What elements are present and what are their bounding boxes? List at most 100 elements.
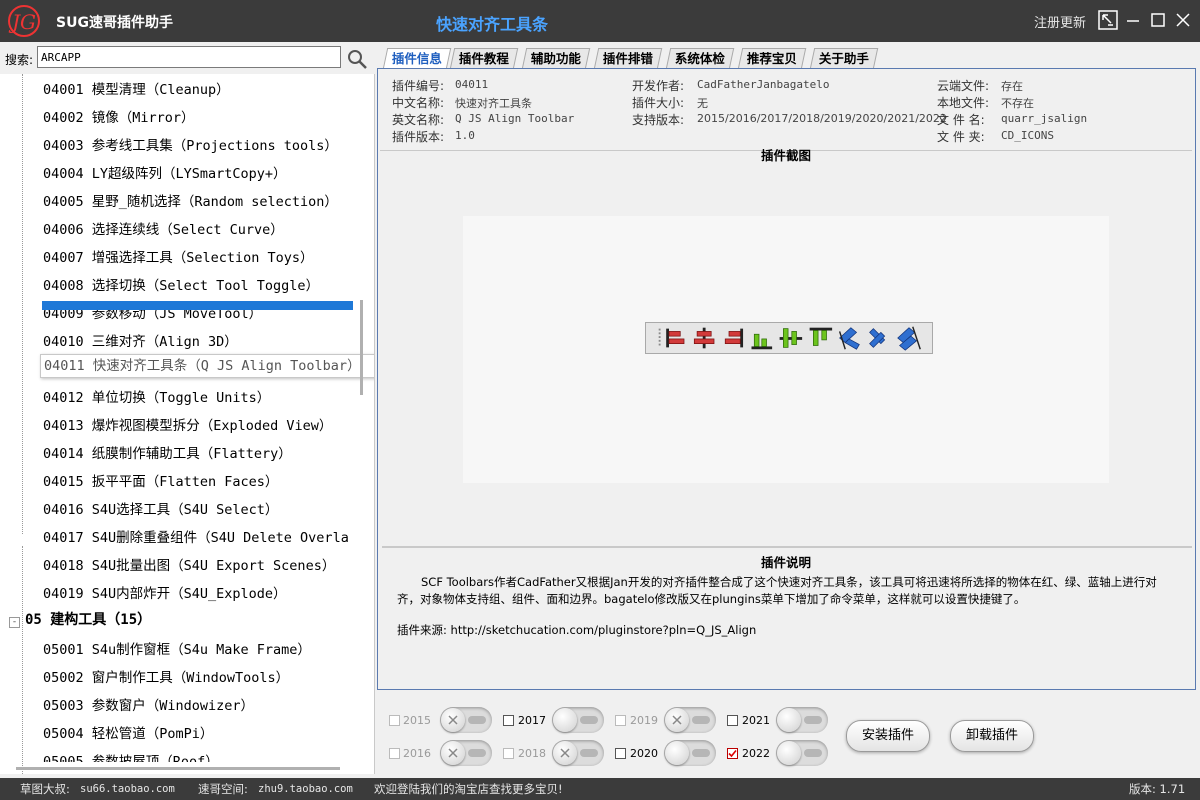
folder-value: CD_ICONS (1001, 129, 1054, 142)
size-label: 插件大小: (632, 96, 685, 110)
version-label-2016: 2016 (403, 747, 431, 760)
tree-category[interactable]: 05 建构工具（15） (25, 609, 151, 629)
folder-label: 文 件 夹: (937, 130, 985, 144)
cn-name-label: 中文名称: (392, 96, 445, 110)
tree-item[interactable]: 04012 单位切换（Toggle Units） (43, 386, 270, 410)
support-label: 支持版本: (632, 113, 685, 127)
file-name-value: quarr_jsalign (1001, 112, 1088, 125)
tab-plugin-tutorial[interactable]: 插件教程 (449, 48, 519, 69)
tree-guide-line (22, 546, 23, 774)
install-plugin-button[interactable]: 安装插件 (846, 720, 930, 752)
tab-troubleshoot[interactable]: 插件排错 (593, 48, 663, 69)
size-value: 无 (697, 97, 708, 110)
search-icon[interactable] (346, 48, 368, 70)
search-label: 搜索: (5, 53, 34, 67)
align-toolbar-preview-image (645, 322, 933, 354)
version-toggle-2016 (440, 740, 492, 766)
tab-about[interactable]: 关于助手 (809, 48, 879, 69)
register-update-link[interactable]: 注册更新 (1034, 12, 1086, 31)
tree-item[interactable]: 05005 参数披屋顶（Roof） (43, 750, 219, 762)
tree-item[interactable]: 04003 参考线工具集（Projections tools） (43, 134, 338, 158)
tree-item[interactable]: 04008 选择切换（Select Tool Toggle） (43, 274, 319, 298)
version-checkbox-2019 (615, 715, 626, 726)
window-title: 快速对齐工具条 (436, 15, 549, 34)
cloud-file-label: 云端文件: (937, 79, 990, 93)
version-toggle-2021[interactable] (776, 707, 828, 733)
cn-name-value: 快速对齐工具条 (455, 97, 532, 110)
tab-aux-functions[interactable]: 辅助功能 (521, 48, 591, 69)
tree-item[interactable]: 05001 S4u制作窗框（S4u Make Frame） (43, 638, 311, 662)
tree-selection-highlight (42, 301, 353, 310)
title-bar: JG SUG速哥插件助手 快速对齐工具条 注册更新 (0, 0, 1200, 42)
category-collapse-icon[interactable]: - (9, 617, 20, 628)
tree-item[interactable]: 04010 三维对齐（Align 3D） (43, 330, 238, 354)
tree-horizontal-scrollbar[interactable] (16, 767, 340, 770)
version-label-2022: 2022 (742, 747, 770, 760)
plugin-no-label: 插件编号: (392, 79, 445, 93)
compact-mode-icon[interactable] (1098, 10, 1118, 30)
tree-item[interactable]: 04016 S4U选择工具（S4U Select） (43, 498, 278, 522)
description-source: 插件来源: http://sketchucation.com/pluginsto… (397, 623, 757, 637)
status-mid-link[interactable]: zhu9.taobao.com (258, 778, 353, 800)
en-name-label: 英文名称: (392, 113, 445, 127)
svg-text:JG: JG (8, 10, 36, 34)
version-checkbox-2022[interactable] (727, 748, 738, 759)
close-icon[interactable] (1173, 10, 1193, 30)
tree-item[interactable]: 04018 S4U批量出图（S4U Export Scenes） (43, 554, 335, 578)
version-toggle-2019 (664, 707, 716, 733)
tree-item[interactable]: 04006 选择连续线（Select Curve） (43, 218, 284, 242)
maximize-icon[interactable] (1148, 10, 1168, 30)
file-name-label: 文 件 名: (937, 113, 985, 127)
tab-plugin-info[interactable]: 插件信息 (382, 48, 452, 69)
version-checkbox-2017[interactable] (503, 715, 514, 726)
tab-system-check[interactable]: 系统体检 (665, 48, 735, 69)
screenshot-heading: 插件截图 (760, 148, 811, 163)
tree-item-selected[interactable]: 04011 快速对齐工具条（Q JS Align Toolbar） (40, 354, 374, 378)
description-text: SCF Toolbars作者CadFather又根据Jan开发的对齐插件整合成了… (397, 575, 1157, 606)
tree-item[interactable]: 04002 镜像（Mirror） (43, 106, 195, 130)
uninstall-plugin-button[interactable]: 卸载插件 (950, 720, 1034, 752)
tree-item[interactable]: 04001 模型清理（Cleanup） (43, 78, 230, 102)
status-left-label: 草图大叔: (20, 782, 70, 796)
tab-recommended[interactable]: 推荐宝贝 (737, 48, 807, 69)
version-checkbox-2015 (389, 715, 400, 726)
version-label-2015: 2015 (403, 714, 431, 727)
tree-item[interactable]: 04007 增强选择工具（Selection Toys） (43, 246, 314, 270)
version-toggle-2017[interactable] (552, 707, 604, 733)
local-file-value: 不存在 (1001, 97, 1034, 110)
status-bar: 草图大叔: su66.taobao.com 速哥空间: zhu9.taobao.… (0, 778, 1200, 800)
version-label-2020: 2020 (630, 747, 658, 760)
version-toggle-2018 (552, 740, 604, 766)
search-input[interactable] (37, 46, 341, 68)
tree-item[interactable]: 04013 爆炸视图模型拆分（Exploded View） (43, 414, 332, 438)
tree-item[interactable]: 04005 星野_随机选择（Random selection） (43, 190, 338, 214)
version-label: 插件版本: (392, 130, 445, 144)
tree-item[interactable]: 05004 轻松管道（PomPi） (43, 722, 213, 746)
minimize-icon[interactable] (1123, 10, 1143, 30)
tree-item[interactable]: 04019 S4U内部炸开（S4U_Explode） (43, 582, 287, 606)
version-label-2021: 2021 (742, 714, 770, 727)
tree-item[interactable]: 04015 扳平平面（Flatten Faces） (43, 470, 278, 494)
tree-item[interactable]: 04004 LY超级阵列（LYSmartCopy+） (43, 162, 287, 186)
description-divider (382, 546, 1192, 548)
app-logo-icon: JG (8, 5, 40, 37)
version-label-2018: 2018 (518, 747, 546, 760)
author-label: 开发作者: (632, 79, 685, 93)
status-left-link[interactable]: su66.taobao.com (80, 778, 175, 800)
tree-item[interactable]: 05003 参数窗户（Windowizer） (43, 694, 254, 718)
tree-vertical-scrollbar[interactable] (360, 300, 363, 395)
description-heading: 插件说明 (760, 555, 811, 570)
en-name-value: Q JS Align Toolbar (455, 112, 575, 125)
author-value: CadFatherJanbagatelo (697, 78, 830, 91)
tree-item[interactable]: 04017 S4U删除重叠组件（S4U Delete Overla (43, 526, 349, 550)
local-file-label: 本地文件: (937, 96, 990, 110)
tree-item[interactable]: 05002 窗户制作工具（WindowTools） (43, 666, 289, 690)
version-checkbox-2018 (503, 748, 514, 759)
version-toggle-2022[interactable] (776, 740, 828, 766)
version-toggle-2020[interactable] (664, 740, 716, 766)
version-checkbox-2020[interactable] (615, 748, 626, 759)
cloud-file-value: 存在 (1001, 80, 1023, 93)
tree-item[interactable]: 04014 纸膜制作辅助工具（Flattery） (43, 442, 292, 466)
plugin-tree[interactable]: 04001 模型清理（Cleanup） 04002 镜像（Mirror） 040… (0, 74, 375, 774)
version-checkbox-2021[interactable] (727, 715, 738, 726)
